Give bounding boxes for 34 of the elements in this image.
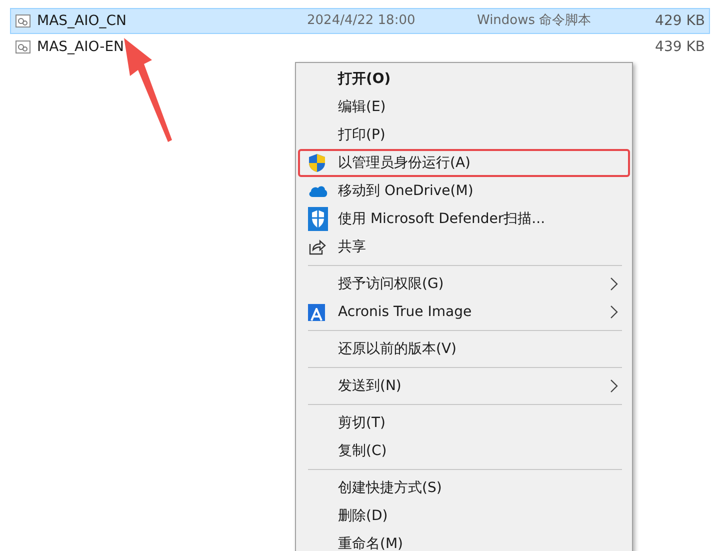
file-name: MAS_AIO_CN bbox=[37, 12, 128, 30]
cloud-icon bbox=[308, 184, 328, 198]
menu-item[interactable]: 编辑(E) bbox=[298, 93, 630, 121]
file-name: MAS_AIO-EN bbox=[37, 38, 126, 56]
acronis-logo-icon bbox=[308, 304, 325, 320]
menu-item[interactable]: 授予访问权限(G) bbox=[298, 270, 630, 298]
menu-item[interactable]: 重命名(M) bbox=[298, 530, 630, 551]
file-size: 439 KB bbox=[655, 38, 705, 56]
script-file-icon bbox=[15, 13, 31, 29]
menu-item[interactable]: Acronis True Image bbox=[298, 298, 630, 326]
chevron-right-icon bbox=[610, 379, 618, 393]
file-date: 2024/4/22 18:00 bbox=[307, 12, 416, 30]
menu-item[interactable]: 共享 bbox=[298, 233, 630, 261]
file-type: Windows 命令脚本 bbox=[477, 12, 592, 30]
file-size: 429 KB bbox=[655, 12, 705, 30]
menu-item[interactable]: 发送到(N) bbox=[298, 372, 630, 400]
chevron-right-icon bbox=[610, 305, 618, 319]
chevron-right-icon bbox=[610, 277, 618, 291]
menu-item[interactable]: 打印(P) bbox=[298, 121, 630, 149]
menu-item[interactable]: 删除(D) bbox=[298, 502, 630, 530]
script-file-icon bbox=[15, 39, 31, 55]
menu-item[interactable]: 移动到 OneDrive(M) bbox=[298, 177, 630, 205]
menu-item[interactable]: 以管理员身份运行(A) bbox=[298, 149, 630, 177]
shield-icon bbox=[308, 153, 326, 173]
menu-item[interactable]: 创建快捷方式(S) bbox=[298, 474, 630, 502]
file-row[interactable]: MAS_AIO-EN 439 KB bbox=[10, 34, 710, 60]
file-row[interactable]: MAS_AIO_CN 2024/4/22 18:00 Windows 命令脚本 429 KB bbox=[10, 8, 710, 34]
menu-item[interactable]: 使用 Microsoft Defender扫描... bbox=[298, 205, 630, 233]
menu-item[interactable]: 打开(O) bbox=[298, 65, 630, 93]
menu-item[interactable]: 剪切(T) bbox=[298, 409, 630, 437]
share-icon bbox=[308, 238, 326, 256]
shield-icon bbox=[308, 207, 328, 231]
menu-item[interactable]: 复制(C) bbox=[298, 437, 630, 465]
menu-item[interactable]: 还原以前的版本(V) bbox=[298, 335, 630, 363]
